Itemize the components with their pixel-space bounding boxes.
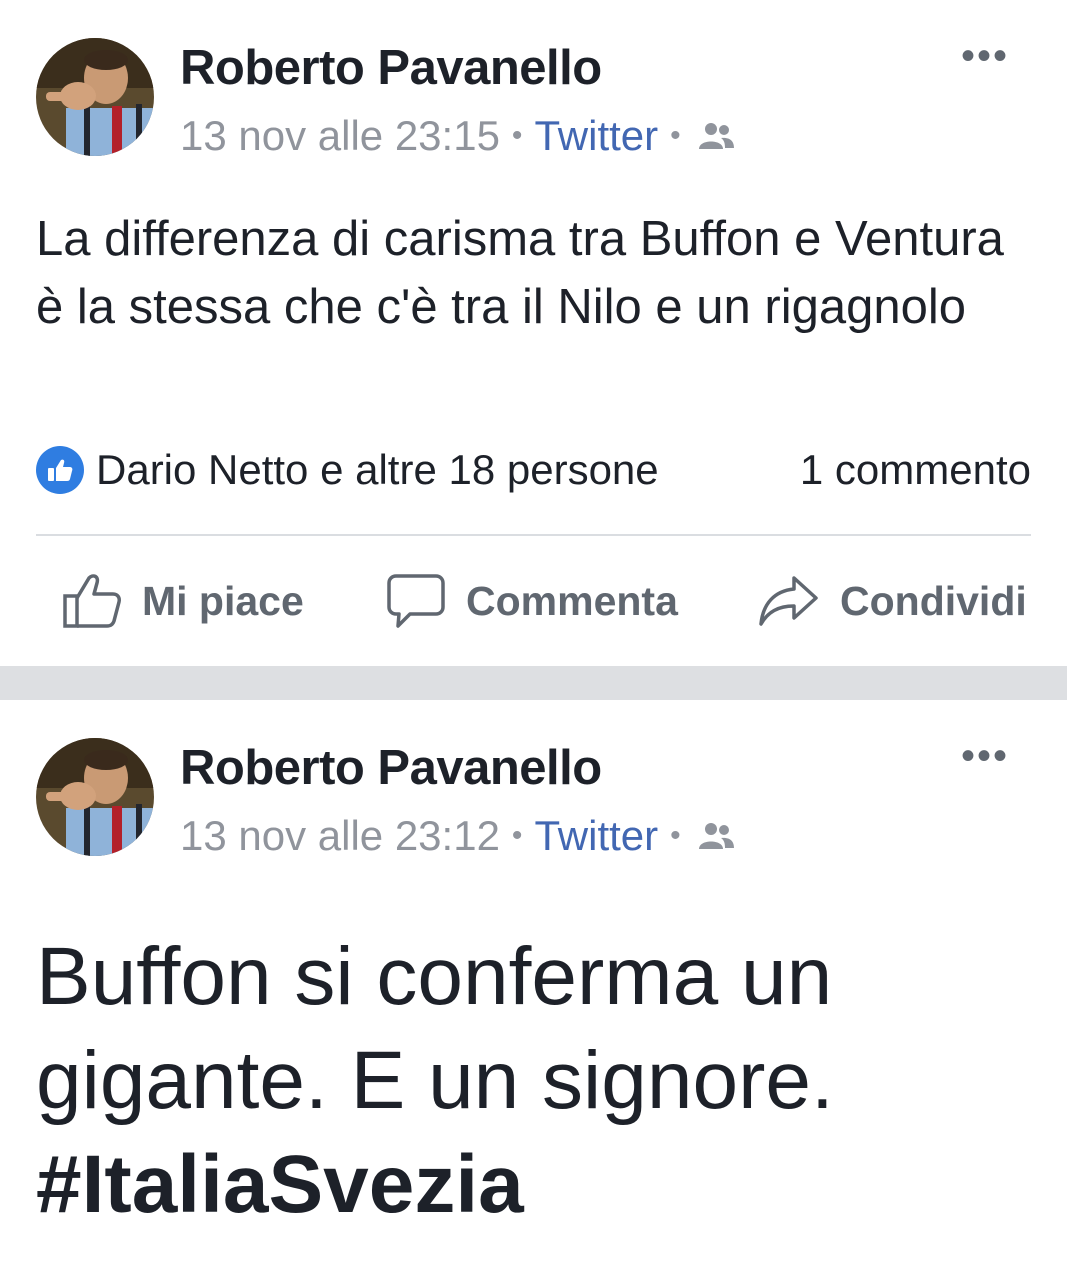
- comment-label: Commenta: [466, 577, 678, 624]
- avatar[interactable]: [36, 738, 154, 856]
- post-meta: 13 nov alle 23:15 • Twitter •: [180, 112, 735, 160]
- reactions-bar[interactable]: Dario Netto e altre 18 persone 1 comment…: [36, 444, 1031, 496]
- comments-count[interactable]: 1 commento: [800, 446, 1031, 494]
- avatar[interactable]: [36, 38, 154, 156]
- post-source-link[interactable]: Twitter: [534, 112, 658, 160]
- feed-separator: [0, 666, 1067, 700]
- post-text-large: Buffon si conferma un gigante. E un sign…: [36, 925, 1036, 1237]
- comment-button[interactable]: Commenta: [386, 562, 678, 640]
- post-timestamp[interactable]: 13 nov alle 23:15: [180, 112, 500, 160]
- post-card: Roberto Pavanello 13 nov alle 23:15 • Tw…: [0, 0, 1067, 666]
- like-label: Mi piace: [142, 577, 304, 624]
- share-arrow-icon: [758, 572, 820, 630]
- friends-icon[interactable]: [697, 121, 735, 151]
- thumbs-up-icon: [62, 572, 122, 630]
- reactions-summary[interactable]: Dario Netto e altre 18 persone: [96, 446, 659, 494]
- meta-separator: •: [670, 819, 681, 852]
- like-badge-icon: [36, 446, 84, 494]
- share-button[interactable]: Condividi: [758, 562, 1027, 640]
- speech-bubble-icon: [386, 572, 446, 630]
- post-actions: Mi piace Commenta Condividi: [0, 562, 1067, 640]
- meta-separator: •: [670, 119, 681, 152]
- more-options-icon[interactable]: •••: [961, 736, 1009, 776]
- post-text-line: Buffon si conferma un: [36, 931, 833, 1022]
- hashtag-link[interactable]: #ItaliaSvezia: [36, 1133, 1036, 1237]
- share-label: Condividi: [840, 577, 1027, 624]
- meta-separator: •: [511, 119, 523, 152]
- post-source-link[interactable]: Twitter: [534, 812, 658, 860]
- divider: [36, 534, 1031, 536]
- post-meta: 13 nov alle 23:12 • Twitter •: [180, 812, 735, 860]
- post-text-line: gigante. E un signore.: [36, 1035, 834, 1126]
- author-name[interactable]: Roberto Pavanello: [180, 740, 602, 796]
- like-button[interactable]: Mi piace: [62, 562, 304, 640]
- post-text: La differenza di carisma tra Buffon e Ve…: [36, 212, 1004, 334]
- meta-separator: •: [511, 819, 523, 852]
- friends-icon[interactable]: [697, 821, 735, 851]
- post-timestamp[interactable]: 13 nov alle 23:12: [180, 812, 500, 860]
- more-options-icon[interactable]: •••: [961, 36, 1009, 76]
- author-name[interactable]: Roberto Pavanello: [180, 40, 602, 96]
